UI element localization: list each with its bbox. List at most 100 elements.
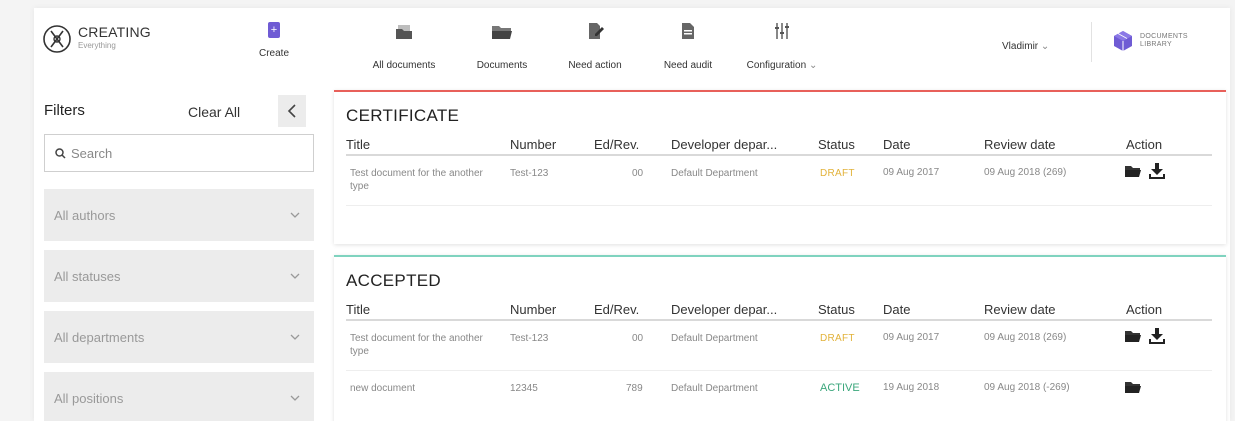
header-divider [1091, 22, 1092, 62]
brand-title: CREATING [78, 24, 151, 40]
column-department[interactable]: Developer depar... [671, 137, 777, 152]
search-icon [55, 147, 66, 159]
filter-label: All departments [54, 329, 145, 345]
cell-date: 19 Aug 2018 [883, 382, 940, 393]
documents-library-link[interactable]: DOCUMENTS LIBRARY [1112, 30, 1188, 52]
search-box[interactable] [44, 134, 314, 172]
nav-label: Need audit [663, 60, 713, 71]
nav-all-documents[interactable]: All documents [354, 22, 454, 71]
status-badge: DRAFT [820, 168, 855, 179]
download-button[interactable] [1148, 327, 1166, 345]
audit-document-icon [682, 23, 694, 39]
nav-label: Documents [476, 60, 528, 71]
brand-logo[interactable]: CREATING Everything [42, 24, 151, 54]
table-header: Title Number Ed/Rev. Developer depar... … [346, 299, 1212, 321]
create-button[interactable]: Create [249, 22, 299, 59]
chevron-down-icon: ⌄ [808, 60, 818, 71]
nav-label: Need action [568, 60, 622, 71]
column-title[interactable]: Title [346, 137, 370, 152]
filter-label: All statuses [54, 268, 121, 284]
departments-filter[interactable]: All departments [44, 311, 314, 363]
column-date[interactable]: Date [883, 137, 910, 152]
app-window: CREATING Everything Create All documents [34, 8, 1230, 421]
chevron-down-icon [290, 212, 300, 218]
download-icon [1149, 163, 1165, 179]
logo-mark-icon [43, 25, 71, 53]
download-button[interactable] [1148, 162, 1166, 180]
status-badge: ACTIVE [820, 382, 860, 394]
create-label: Create [258, 48, 289, 59]
status-badge: DRAFT [820, 333, 855, 344]
cell-review-date: 09 Aug 2018 (269) [984, 332, 1067, 343]
top-header: CREATING Everything Create All documents [34, 8, 1230, 86]
cell-number: Test-123 [510, 333, 549, 344]
column-department[interactable]: Developer depar... [671, 302, 777, 317]
user-menu[interactable]: Vladimir ⌄ [1002, 41, 1049, 52]
section-title: ACCEPTED [346, 271, 441, 290]
cell-date: 09 Aug 2017 [883, 167, 940, 178]
table-row[interactable]: new document 12345 789 Default Departmen… [346, 371, 1212, 407]
user-name: Vladimir [1002, 41, 1039, 52]
nav-need-action[interactable]: Need action [550, 22, 640, 71]
open-folder-button[interactable] [1124, 381, 1142, 394]
statuses-filter[interactable]: All statuses [44, 250, 314, 302]
nav-configuration[interactable]: Configuration ⌄ [734, 22, 830, 71]
table-row[interactable]: Test document for the another type Test-… [346, 321, 1212, 371]
chevron-down-icon: ⌄ [1040, 41, 1050, 52]
column-edrev[interactable]: Ed/Rev. [594, 137, 639, 152]
create-document-icon [268, 22, 280, 38]
column-status[interactable]: Status [818, 302, 855, 317]
search-input[interactable] [71, 145, 301, 161]
cell-review-date: 09 Aug 2018 (-269) [984, 382, 1070, 393]
cell-date: 09 Aug 2017 [883, 332, 940, 343]
column-status[interactable]: Status [818, 137, 855, 152]
cell-review-date: 09 Aug 2018 (269) [984, 167, 1067, 178]
folder-open-icon [1125, 330, 1141, 342]
column-action: Action [1126, 137, 1163, 152]
documents-main: CERTIFICATE Title Number Ed/Rev. Develop… [334, 86, 1230, 421]
cell-department: Default Department [671, 168, 758, 179]
cell-title[interactable]: Test document for the another type [350, 167, 500, 193]
column-review-date[interactable]: Review date [984, 302, 1056, 317]
authors-filter[interactable]: All authors [44, 189, 314, 241]
open-folder-button[interactable] [1124, 165, 1142, 178]
folder-open-icon [1125, 165, 1141, 177]
nav-need-audit[interactable]: Need audit [648, 22, 728, 71]
cell-edrev: 00 [632, 168, 644, 179]
column-number[interactable]: Number [510, 137, 556, 152]
chevron-left-icon [287, 104, 296, 118]
row-actions [1124, 381, 1142, 394]
column-date[interactable]: Date [883, 302, 910, 317]
cell-number: 12345 [510, 383, 538, 394]
column-action: Action [1126, 302, 1163, 317]
cell-title[interactable]: Test document for the another type [350, 332, 500, 358]
table-header: Title Number Ed/Rev. Developer depar... … [346, 134, 1212, 156]
cell-department: Default Department [671, 333, 758, 344]
row-actions [1124, 327, 1166, 345]
table-row[interactable]: Test document for the another type Test-… [346, 156, 1212, 206]
filter-label: All authors [54, 207, 116, 223]
brand-subtitle: Everything [78, 41, 116, 50]
library-line2: LIBRARY [1140, 41, 1172, 48]
nav-documents[interactable]: Documents [462, 22, 542, 71]
cell-title[interactable]: new document [350, 383, 415, 394]
edit-document-icon [589, 23, 604, 39]
library-cube-icon [1114, 31, 1132, 51]
documents-table: Title Number Ed/Rev. Developer depar... … [346, 134, 1212, 206]
row-actions [1124, 162, 1166, 180]
column-review-date[interactable]: Review date [984, 137, 1056, 152]
open-folder-button[interactable] [1124, 330, 1142, 343]
section-accepted: ACCEPTED Title Number Ed/Rev. Developer … [334, 255, 1226, 421]
clear-all-button[interactable]: Clear All [188, 104, 240, 120]
collapse-sidebar-button[interactable] [278, 95, 306, 127]
cell-department: Default Department [671, 383, 758, 394]
column-title[interactable]: Title [346, 302, 370, 317]
section-certificate: CERTIFICATE Title Number Ed/Rev. Develop… [334, 90, 1226, 244]
chevron-down-icon [290, 395, 300, 401]
filters-title: Filters [44, 102, 85, 119]
stack-folder-icon [396, 25, 412, 39]
column-edrev[interactable]: Ed/Rev. [594, 302, 639, 317]
column-number[interactable]: Number [510, 302, 556, 317]
chevron-down-icon [290, 334, 300, 340]
positions-filter[interactable]: All positions [44, 372, 314, 421]
